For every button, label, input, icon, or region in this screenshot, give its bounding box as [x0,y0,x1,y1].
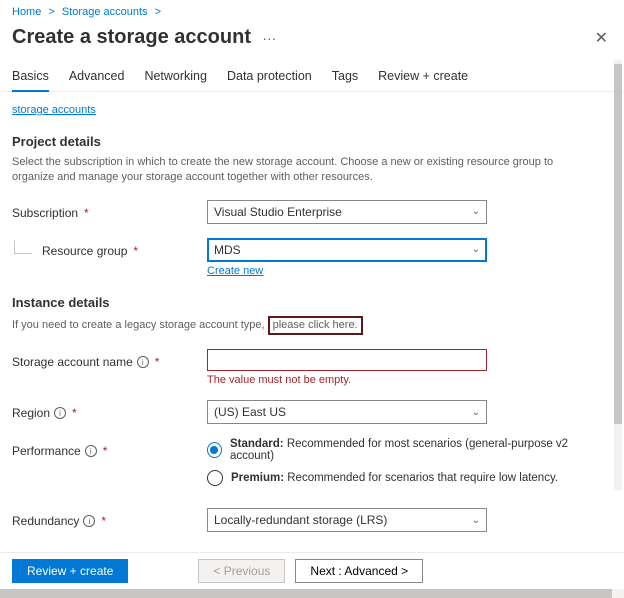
chevron-right-icon: > [151,6,165,18]
info-icon[interactable]: i [85,445,97,457]
project-details-desc: Select the subscription in which to crea… [12,155,572,186]
form-scroll-area: storage accounts Project details Select … [0,92,624,552]
legacy-link-highlight[interactable]: please click here. [268,316,363,335]
chevron-right-icon: > [44,6,58,18]
horizontal-scrollbar-thumb[interactable] [0,589,612,598]
storage-account-name-error: The value must not be empty. [207,374,487,386]
subscription-value: Visual Studio Enterprise [214,205,342,219]
previous-button: < Previous [198,559,285,583]
resource-group-label: Resource group* [12,238,207,258]
tabs: Basics Advanced Networking Data protecti… [0,57,624,92]
instance-legacy-text: If you need to create a legacy storage a… [12,316,572,335]
tab-data-protection[interactable]: Data protection [227,63,312,91]
chevron-down-icon: ⌄ [472,244,480,255]
region-label: Region i * [12,400,207,420]
project-details-heading: Project details [12,134,602,149]
redundancy-select[interactable]: Locally-redundant storage (LRS) ⌄ [207,508,487,532]
create-new-rg-link[interactable]: Create new [207,265,263,277]
info-icon[interactable]: i [137,356,149,368]
redundancy-value: Locally-redundant storage (LRS) [214,513,387,527]
more-icon[interactable]: ··· [254,30,276,46]
resource-group-value: MDS [214,243,241,257]
storage-account-name-label: Storage account name i * [12,349,207,369]
tab-advanced[interactable]: Advanced [69,63,125,91]
redundancy-label: Redundancy i * [12,508,207,528]
subscription-label: Subscription* [12,200,207,220]
breadcrumb-home[interactable]: Home [12,6,41,18]
next-advanced-button[interactable]: Next : Advanced > [295,559,423,583]
resource-group-select[interactable]: MDS ⌄ [207,238,487,262]
radio-unselected-icon [207,470,223,486]
page-title: Create a storage account [12,26,251,48]
tab-networking[interactable]: Networking [144,63,207,91]
close-icon[interactable]: ✕ [595,28,608,48]
tab-tags[interactable]: Tags [332,63,358,91]
radio-selected-icon [207,442,222,458]
performance-label: Performance i * [12,438,207,458]
breadcrumb: Home > Storage accounts > [0,0,624,24]
chevron-down-icon: ⌄ [472,206,480,217]
review-create-button[interactable]: Review + create [12,559,128,583]
breadcrumb-storage-accounts[interactable]: Storage accounts [62,6,148,18]
info-icon[interactable]: i [54,407,66,419]
storage-accounts-link[interactable]: storage accounts [12,104,96,116]
footer-bar: Review + create < Previous Next : Advanc… [0,552,624,588]
region-select[interactable]: (US) East US ⌄ [207,400,487,424]
chevron-down-icon: ⌄ [472,407,480,418]
performance-standard-radio[interactable]: Standard: Recommended for most scenarios… [207,438,587,462]
instance-details-heading: Instance details [12,295,602,310]
storage-account-name-input[interactable] [207,349,487,371]
chevron-down-icon: ⌄ [472,515,480,526]
vertical-scrollbar-thumb[interactable] [614,64,622,424]
region-value: (US) East US [214,405,286,419]
tab-review-create[interactable]: Review + create [378,63,468,91]
info-icon[interactable]: i [83,515,95,527]
performance-premium-radio[interactable]: Premium: Recommended for scenarios that … [207,470,587,486]
tab-basics[interactable]: Basics [12,63,49,91]
subscription-select[interactable]: Visual Studio Enterprise ⌄ [207,200,487,224]
